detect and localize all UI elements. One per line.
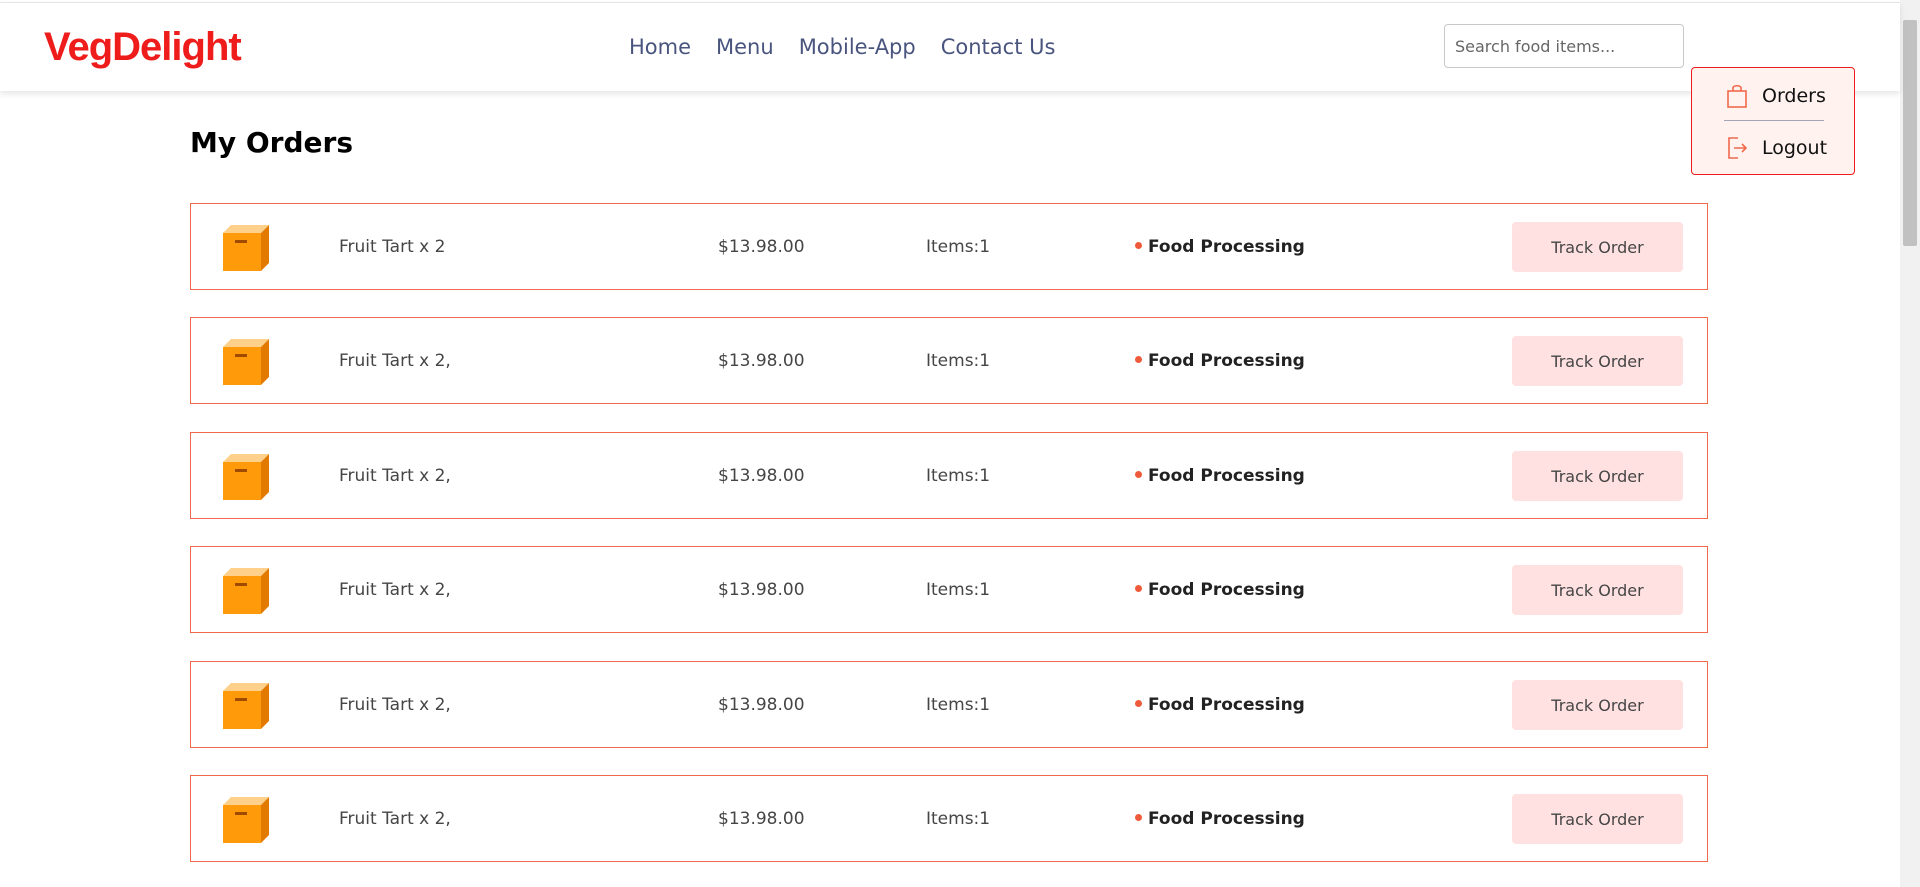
nav-contact-us[interactable]: Contact Us: [941, 35, 1056, 59]
order-status-label: Food Processing: [1148, 237, 1305, 257]
track-order-button[interactable]: Track Order: [1512, 794, 1683, 844]
nav-links: Home Menu Mobile-App Contact Us: [629, 35, 1055, 59]
order-status: Food Processing: [1135, 204, 1305, 291]
track-order-button[interactable]: Track Order: [1512, 222, 1683, 272]
order-item-count: Items:1: [926, 351, 991, 371]
order-items: Fruit Tart x 2,: [339, 580, 451, 600]
order-status-label: Food Processing: [1148, 351, 1305, 371]
order-row: Fruit Tart x 2, $13.98.00 Items:1 Food P…: [190, 317, 1708, 404]
scrollbar[interactable]: [1900, 0, 1920, 887]
package-box-icon: [223, 225, 269, 271]
logout-icon: [1728, 137, 1748, 159]
order-status-label: Food Processing: [1148, 466, 1305, 486]
status-dot: [1135, 355, 1142, 363]
order-amount: $13.98.00: [718, 695, 805, 715]
order-status: Food Processing: [1135, 433, 1305, 520]
package-box-icon: [223, 683, 269, 729]
order-item-count: Items:1: [926, 695, 991, 715]
order-row: Fruit Tart x 2, $13.98.00 Items:1 Food P…: [190, 661, 1708, 748]
order-status-label: Food Processing: [1148, 580, 1305, 600]
order-status-label: Food Processing: [1148, 809, 1305, 829]
order-status: Food Processing: [1135, 318, 1305, 405]
order-amount: $13.98.00: [718, 809, 805, 829]
logo[interactable]: VegDelight: [44, 25, 242, 70]
track-order-button[interactable]: Track Order: [1512, 565, 1683, 615]
track-order-button[interactable]: Track Order: [1512, 336, 1683, 386]
order-row: Fruit Tart x 2, $13.98.00 Items:1 Food P…: [190, 775, 1708, 862]
order-amount: $13.98.00: [718, 466, 805, 486]
profile-dropdown: Orders Logout: [1691, 67, 1855, 175]
status-dot: [1135, 813, 1142, 821]
nav-home[interactable]: Home: [629, 35, 691, 59]
order-status: Food Processing: [1135, 662, 1305, 749]
page-title: My Orders: [190, 126, 353, 159]
shopping-bag-icon: [1727, 84, 1747, 108]
order-items: Fruit Tart x 2,: [339, 351, 451, 371]
order-items: Fruit Tart x 2,: [339, 695, 451, 715]
status-dot: [1135, 699, 1142, 707]
order-status: Food Processing: [1135, 776, 1305, 863]
order-item-count: Items:1: [926, 580, 991, 600]
order-amount: $13.98.00: [718, 351, 805, 371]
order-item-count: Items:1: [926, 466, 991, 486]
order-row: Fruit Tart x 2 $13.98.00 Items:1 Food Pr…: [190, 203, 1708, 290]
dropdown-divider: [1724, 120, 1824, 121]
dropdown-orders[interactable]: Orders: [1692, 76, 1854, 116]
order-status-label: Food Processing: [1148, 695, 1305, 715]
status-dot: [1135, 241, 1142, 249]
package-box-icon: [223, 454, 269, 500]
nav-menu[interactable]: Menu: [716, 35, 774, 59]
scrollbar-thumb[interactable]: [1903, 20, 1917, 246]
order-amount: $13.98.00: [718, 237, 805, 257]
order-row: Fruit Tart x 2, $13.98.00 Items:1 Food P…: [190, 432, 1708, 519]
status-dot: [1135, 470, 1142, 478]
order-status: Food Processing: [1135, 547, 1305, 634]
search-input[interactable]: [1444, 24, 1684, 68]
package-box-icon: [223, 339, 269, 385]
package-box-icon: [223, 568, 269, 614]
order-item-count: Items:1: [926, 237, 991, 257]
track-order-button[interactable]: Track Order: [1512, 451, 1683, 501]
status-dot: [1135, 584, 1142, 592]
dropdown-orders-label: Orders: [1762, 85, 1826, 107]
package-box-icon: [223, 797, 269, 843]
order-items: Fruit Tart x 2,: [339, 809, 451, 829]
dropdown-logout-label: Logout: [1762, 137, 1828, 159]
track-order-button[interactable]: Track Order: [1512, 680, 1683, 730]
order-items: Fruit Tart x 2: [339, 237, 446, 257]
navbar: VegDelight Home Menu Mobile-App Contact …: [0, 2, 1900, 91]
nav-mobile-app[interactable]: Mobile-App: [799, 35, 916, 59]
order-item-count: Items:1: [926, 809, 991, 829]
order-row: Fruit Tart x 2, $13.98.00 Items:1 Food P…: [190, 546, 1708, 633]
order-items: Fruit Tart x 2,: [339, 466, 451, 486]
order-amount: $13.98.00: [718, 580, 805, 600]
dropdown-logout[interactable]: Logout: [1692, 128, 1854, 168]
